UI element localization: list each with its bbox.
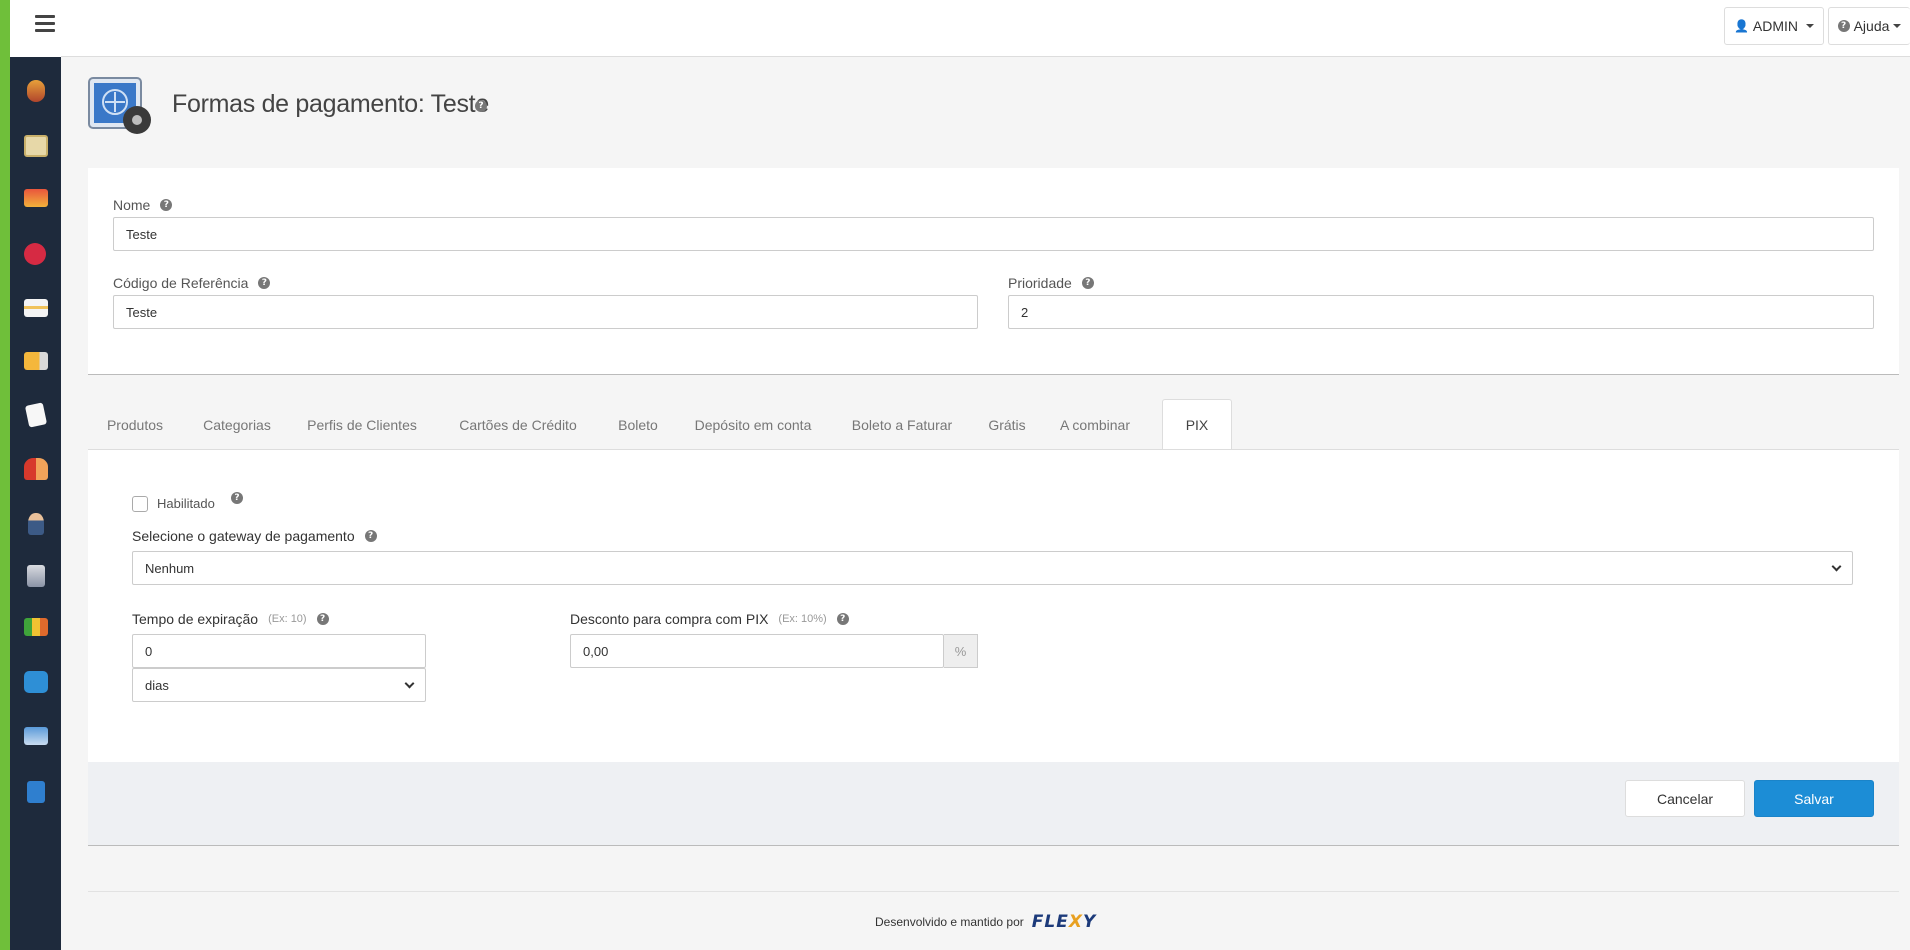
discount-icon[interactable] bbox=[24, 243, 46, 265]
user-icon: 👤 bbox=[1733, 19, 1749, 33]
tab-cartoes-de-credito[interactable]: Cartões de Crédito bbox=[436, 399, 600, 450]
tempo-label-text: Tempo de expiração bbox=[132, 611, 259, 627]
menu-toggle-button[interactable] bbox=[10, 0, 61, 57]
tempo-unidade-select[interactable]: dias bbox=[132, 668, 426, 702]
prioridade-input[interactable]: 2 bbox=[1008, 295, 1874, 329]
codigo-referencia-label: Código de Referência ? bbox=[113, 275, 271, 291]
help-icon[interactable]: ? bbox=[364, 530, 377, 542]
user-menu-button[interactable]: 👤 ADMIN bbox=[1724, 7, 1824, 45]
top-navbar: 👤 ADMIN ? Ajuda bbox=[61, 0, 1910, 57]
tab-a-combinar[interactable]: A combinar bbox=[1050, 399, 1140, 450]
habilitado-label-text: Habilitado bbox=[157, 496, 215, 511]
share-icon[interactable] bbox=[24, 671, 48, 693]
help-icon[interactable]: ? bbox=[316, 613, 329, 625]
chevron-down-icon bbox=[1831, 561, 1842, 571]
tab-deposito-em-conta[interactable]: Depósito em conta bbox=[682, 399, 824, 450]
nome-label-text: Nome bbox=[113, 197, 151, 213]
tempo-example-hint: (Ex: 10) bbox=[268, 613, 307, 625]
desconto-pix-input[interactable]: 0,00 bbox=[570, 634, 944, 668]
footer-divider bbox=[88, 891, 1899, 892]
prioridade-label: Prioridade ? bbox=[1008, 275, 1094, 291]
nome-label: Nome ? bbox=[113, 197, 173, 213]
truck-icon[interactable] bbox=[24, 352, 48, 370]
question-circle-icon: ? bbox=[1837, 20, 1850, 32]
users-icon[interactable] bbox=[24, 458, 48, 480]
brand-part-x: X bbox=[1068, 912, 1083, 932]
general-form-panel bbox=[88, 168, 1899, 375]
user-menu-label: ADMIN bbox=[1752, 18, 1799, 34]
tempo-expiracao-input[interactable]: 0 bbox=[132, 634, 426, 668]
help-icon[interactable]: ? bbox=[1081, 277, 1094, 289]
gateway-label-text: Selecione o gateway de pagamento bbox=[132, 528, 355, 544]
codigo-referencia-input[interactable]: Teste bbox=[113, 295, 978, 329]
tab-categorias[interactable]: Categorias bbox=[186, 399, 288, 450]
tab-boleto-a-faturar[interactable]: Boleto a Faturar bbox=[840, 399, 964, 450]
payment-settings-icon bbox=[87, 74, 157, 140]
save-button[interactable]: Salvar bbox=[1754, 780, 1874, 817]
prioridade-label-text: Prioridade bbox=[1008, 275, 1072, 291]
tab-produtos[interactable]: Produtos bbox=[88, 399, 182, 450]
pix-tab-panel bbox=[88, 449, 1899, 762]
chart-icon[interactable] bbox=[24, 618, 48, 636]
left-accent-bar bbox=[0, 0, 10, 950]
monitor-icon[interactable] bbox=[24, 727, 48, 745]
credit-text: Desenvolvido e mantido por bbox=[875, 915, 1024, 929]
flexy-logo[interactable]: FLEXY bbox=[1032, 912, 1096, 932]
tab-bar: Produtos Categorias Perfis de Clientes C… bbox=[88, 399, 1899, 450]
gateway-select[interactable]: Nenhum bbox=[132, 551, 1853, 585]
help-icon[interactable]: ? bbox=[836, 613, 849, 625]
percent-addon: % bbox=[944, 634, 978, 668]
nome-input[interactable]: Teste bbox=[113, 217, 1874, 251]
help-icon[interactable]: ? bbox=[231, 492, 243, 504]
cancel-button[interactable]: Cancelar bbox=[1625, 780, 1745, 817]
stack-icon[interactable] bbox=[24, 189, 48, 207]
document-icon[interactable] bbox=[24, 402, 48, 428]
brand-part-b: Y bbox=[1082, 912, 1097, 932]
hamburger-icon bbox=[35, 15, 55, 33]
habilitado-checkbox[interactable] bbox=[132, 496, 148, 512]
desconto-pix-label: Desconto para compra com PIX (Ex: 10%) ? bbox=[570, 611, 849, 627]
tab-pix[interactable]: PIX bbox=[1162, 399, 1232, 450]
page-title: Formas de pagamento: Teste bbox=[172, 90, 489, 118]
desconto-example-hint: (Ex: 10%) bbox=[778, 613, 827, 625]
user-icon[interactable] bbox=[28, 513, 44, 535]
caret-down-icon bbox=[1806, 24, 1815, 28]
footer-credit: Desenvolvido e mantido por FLEXY bbox=[875, 912, 1096, 932]
caret-down-icon bbox=[1893, 24, 1902, 28]
habilitado-label: Habilitado bbox=[157, 496, 215, 511]
tempo-expiracao-label: Tempo de expiração (Ex: 10) ? bbox=[132, 611, 329, 627]
help-icon[interactable]: ? bbox=[475, 100, 487, 112]
help-menu-label: Ajuda bbox=[1853, 18, 1890, 34]
server-icon[interactable] bbox=[27, 565, 45, 587]
tempo-unit-value: dias bbox=[145, 677, 169, 693]
card-icon[interactable] bbox=[24, 299, 48, 317]
help-icon[interactable]: ? bbox=[160, 199, 173, 211]
tab-gratis[interactable]: Grátis bbox=[976, 399, 1038, 450]
help-book-icon[interactable] bbox=[27, 781, 45, 803]
brand-part-a: FLE bbox=[1031, 912, 1069, 932]
tab-boleto[interactable]: Boleto bbox=[608, 399, 668, 450]
desconto-label-text: Desconto para compra com PIX bbox=[570, 611, 769, 627]
help-icon[interactable]: ? bbox=[258, 277, 271, 289]
codigo-label-text: Código de Referência bbox=[113, 275, 249, 291]
tab-perfis-de-clientes[interactable]: Perfis de Clientes bbox=[294, 399, 430, 450]
box-icon[interactable] bbox=[24, 135, 48, 157]
help-menu-button[interactable]: ? Ajuda bbox=[1828, 7, 1910, 45]
sidebar bbox=[10, 57, 61, 950]
db-icon[interactable] bbox=[27, 80, 45, 102]
gateway-selected-value: Nenhum bbox=[145, 560, 195, 576]
gateway-label: Selecione o gateway de pagamento ? bbox=[132, 528, 377, 544]
chevron-down-icon bbox=[404, 678, 415, 688]
